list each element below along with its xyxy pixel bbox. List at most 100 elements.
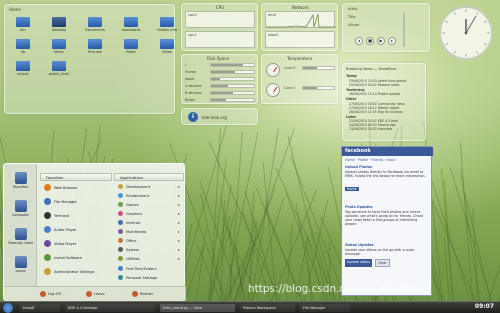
folder-item[interactable]: scripts: [11, 61, 35, 76]
application-category[interactable]: Edutainment: [118, 193, 149, 198]
favorite-label: Web Browser: [54, 185, 78, 190]
category-label: Games: [126, 202, 139, 207]
folder-item[interactable]: Video: [155, 39, 179, 54]
footer-restart-button[interactable]: Restart: [132, 291, 153, 297]
kde-look-label[interactable]: kde-look.org: [202, 115, 227, 120]
disk-label: /: [185, 63, 187, 67]
footer-label: Restart: [140, 292, 153, 296]
folder-item[interactable]: Desktop: [47, 17, 71, 32]
grass-blade: [494, 170, 500, 313]
favorite-item[interactable]: Audio Player: [44, 226, 77, 233]
info-icon: i: [188, 112, 198, 122]
taskbar-item[interactable]: hello_world.py — Kate: [160, 304, 235, 312]
gauge-needle: [273, 66, 278, 73]
disk-usage-bar: [210, 98, 255, 102]
application-category[interactable]: Personal Settings: [118, 275, 157, 280]
news-item[interactable]: 26/06/2010 11:05 Bug fix roundup: [349, 110, 402, 114]
stop-icon[interactable]: ■: [366, 37, 374, 45]
favorite-item[interactable]: Video Player: [44, 240, 76, 247]
kickoff-tab-leave[interactable]: Leave: [6, 256, 35, 273]
kickoff-tab-favorites[interactable]: Favorites: [6, 172, 35, 189]
favorite-item[interactable]: Install Software: [44, 254, 82, 261]
news-item[interactable]: 28/06/2010 22:14 Project update: [349, 92, 400, 96]
category-label: Office: [126, 238, 137, 243]
facebook-nav[interactable]: Home · Profile · Friends · Inbox: [345, 158, 395, 162]
taskbar-item[interactable]: Plasma Workspace: [240, 304, 295, 312]
favorite-item[interactable]: File Manager: [44, 198, 77, 205]
disk-usage-fill: [211, 92, 233, 94]
folder-item[interactable]: lib: [11, 39, 35, 54]
folder-item[interactable]: Public: [119, 39, 143, 54]
disk-usage-bar: [210, 70, 255, 74]
folder-item[interactable]: downloads: [119, 17, 143, 32]
chevron-right-icon: ▸: [178, 202, 181, 207]
favorite-label: Video Player: [54, 241, 77, 246]
favorite-item[interactable]: Terminal: [44, 212, 69, 219]
clear-button[interactable]: Clear: [375, 259, 390, 267]
folder-item[interactable]: bin: [11, 17, 35, 32]
play-icon[interactable]: ▶: [377, 37, 385, 45]
media-player-widget: Artist Title Album ◂ ■ ▶ ▸: [342, 3, 430, 52]
category-icon: [118, 266, 123, 271]
taskbar-item[interactable]: File Manager: [300, 304, 350, 312]
facebook-upload-title[interactable]: Upload Photos: [345, 165, 372, 169]
taskbar-clock[interactable]: 09:07: [475, 303, 494, 310]
application-category[interactable]: Office: [118, 238, 137, 243]
temperature-bar: [302, 66, 335, 70]
news-item[interactable]: 29/06/2010 09:42 Release notes: [349, 83, 399, 87]
kickoff-tab-recently-used[interactable]: Recently Used: [6, 228, 35, 245]
leave-icon: [86, 291, 92, 297]
taskbar-item[interactable]: KDE 4.4 Desktop: [65, 304, 155, 312]
next-icon[interactable]: ▸: [388, 37, 396, 45]
folder-icon: [16, 17, 30, 27]
category-label: System: [126, 247, 140, 252]
folder-view-title: Home: [9, 7, 21, 12]
kde-look-widget[interactable]: i kde-look.org: [181, 108, 258, 125]
application-category[interactable]: Multimedia: [118, 229, 146, 234]
footer-label: Log Off: [48, 292, 61, 296]
application-category[interactable]: Utilities: [118, 256, 140, 261]
category-label: Edutainment: [126, 193, 150, 198]
facebook-status-title[interactable]: Status Updates: [345, 243, 374, 247]
application-category[interactable]: Graphics: [118, 211, 142, 216]
taskbar-item[interactable]: kickoff: [20, 304, 60, 312]
folder-icon: [16, 39, 30, 49]
previous-icon[interactable]: ◂: [355, 37, 363, 45]
temperature-fill: [303, 67, 317, 69]
disk-usage-bar: [210, 84, 255, 88]
temperature-label: Core 0: [284, 66, 296, 70]
kde-menu-icon[interactable]: [3, 303, 13, 313]
footer-log-off-button[interactable]: Log Off: [40, 291, 61, 297]
facebook-photo-title[interactable]: Photo Updates: [345, 205, 372, 209]
folder-item[interactable]: public_html: [47, 61, 71, 76]
news-item[interactable]: 23/06/2010 14:20 Interview: [349, 127, 392, 131]
folder-item[interactable]: Pictures: [83, 39, 107, 54]
disk-label: /boot: [185, 77, 195, 81]
kickoff-tab-computer[interactable]: Computer: [6, 200, 35, 217]
update-status-button[interactable]: Update status: [345, 259, 373, 267]
folder-item[interactable]: Music: [47, 39, 71, 54]
favorites-header[interactable]: Favorites: [40, 173, 112, 181]
folder-item[interactable]: Hidden-Info: [155, 17, 179, 32]
news-section-heading: Yesterday: [346, 87, 365, 92]
favorite-item[interactable]: Administrator Settings: [44, 268, 94, 275]
documents-folder-icon: [88, 17, 102, 27]
favorite-item[interactable]: Web Browser: [44, 184, 78, 191]
facebook-header: facebook: [342, 147, 433, 156]
application-category[interactable]: Internet: [118, 220, 140, 225]
temperature-gauge-icon: [266, 63, 280, 77]
volume-slider[interactable]: [403, 12, 405, 47]
application-category[interactable]: Find Files/Folders: [118, 266, 157, 271]
temperature-widget: Temperature Core 0 Core 1: [261, 54, 338, 104]
analog-clock-widget: [436, 3, 496, 63]
application-category[interactable]: Development: [118, 184, 150, 189]
facebook-home-tag[interactable]: Home: [345, 187, 359, 191]
footer-leave-button[interactable]: Leave: [86, 291, 105, 297]
application-category[interactable]: Games: [118, 202, 139, 207]
chevron-right-icon: ▸: [178, 184, 181, 189]
disk-usage-bar: [210, 77, 255, 81]
application-category[interactable]: System: [118, 247, 139, 252]
applications-header[interactable]: Applications: [114, 173, 184, 181]
media-album: Album: [348, 23, 360, 27]
folder-item[interactable]: Documents: [83, 17, 107, 32]
